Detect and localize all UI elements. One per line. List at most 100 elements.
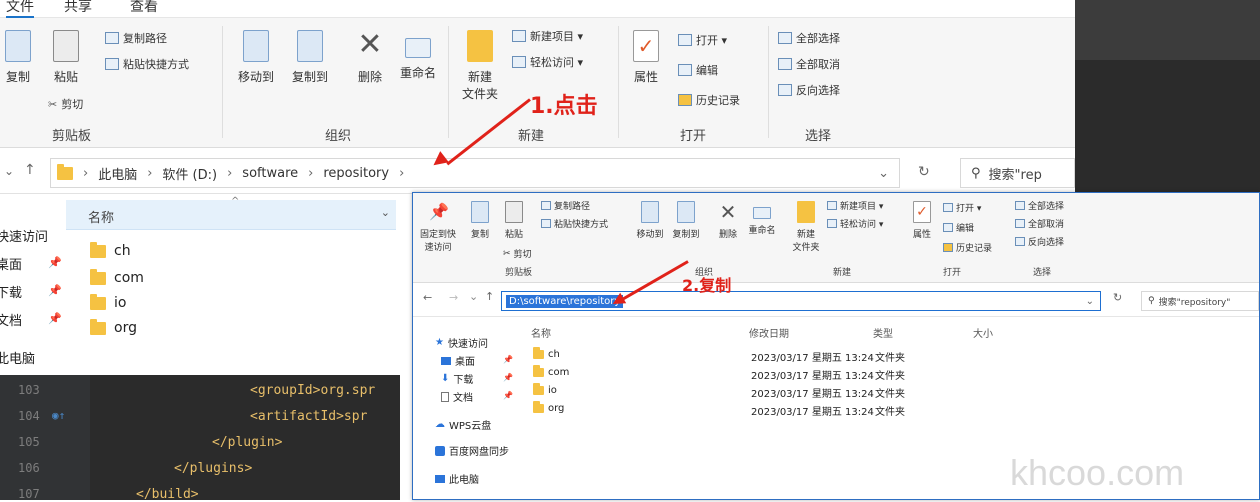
nav-item-baidu-sync[interactable]: 百度网盘同步: [435, 443, 509, 458]
pin-quick-access-button[interactable]: 📌 固定到快 速访问: [419, 201, 457, 253]
list-item[interactable]: org: [90, 318, 137, 336]
group-label-new: 新建: [833, 268, 852, 278]
copy-path-button[interactable]: 复制路径: [541, 199, 590, 212]
column-header-name[interactable]: 名称: [531, 325, 551, 340]
move-to-button[interactable]: 移动到: [228, 30, 284, 85]
select-all-button[interactable]: 全部选择: [1015, 199, 1064, 212]
tab-share[interactable]: 共享: [64, 0, 92, 16]
copy-path-button[interactable]: 复制路径: [105, 30, 167, 46]
download-icon: ⬇: [441, 373, 450, 384]
breadcrumb-item[interactable]: 软件 (D:): [162, 164, 217, 183]
select-none-button[interactable]: 全部取消: [1015, 217, 1064, 230]
easy-access-button[interactable]: 轻松访问 ▾: [512, 54, 583, 70]
computer-icon: [435, 474, 445, 483]
nav-item-documents[interactable]: 文档: [0, 310, 22, 329]
ribbon-tabs: 文件 共享 查看: [0, 0, 1075, 18]
paste-button[interactable]: 粘贴: [38, 30, 94, 85]
invert-selection-button[interactable]: 反向选择: [778, 82, 840, 98]
nav-item-wps-cloud[interactable]: ☁ WPS云盘: [435, 417, 491, 432]
properties-button[interactable]: ✓ 属性: [618, 30, 674, 85]
open-button[interactable]: 打开 ▾: [678, 32, 727, 48]
up-arrow-icon[interactable]: ↑: [485, 290, 494, 303]
nav-item-desktop[interactable]: 桌面: [441, 353, 475, 368]
chevron-down-icon[interactable]: ⌄: [469, 290, 478, 303]
properties-button[interactable]: ✓ 属性: [903, 201, 941, 240]
pin-icon: 📌: [503, 355, 513, 364]
cut-button[interactable]: ✂ 剪切: [48, 96, 83, 112]
rename-button[interactable]: 重命名: [743, 201, 781, 236]
back-arrow-icon[interactable]: ←: [423, 291, 432, 304]
up-arrow-icon[interactable]: ↑: [24, 162, 36, 178]
copy-to-button[interactable]: 复制到: [667, 201, 705, 240]
nav-item-downloads[interactable]: 下载: [0, 282, 22, 301]
easy-access-button[interactable]: 轻松访问 ▾: [827, 217, 883, 230]
tab-file[interactable]: 文件: [6, 0, 34, 18]
breadcrumb-item[interactable]: repository: [323, 166, 389, 181]
file-name-cell: org: [533, 401, 564, 414]
nav-pane: ★ 快速访问 桌面 ⬇ 下载 文档 ☁ WPS云盘 百度网盘同步 此电脑 📌 📌 📌: [413, 321, 523, 499]
refresh-icon[interactable]: ↻: [1113, 291, 1122, 304]
select-none-button[interactable]: 全部取消: [778, 56, 840, 72]
column-header-size[interactable]: 大小: [973, 325, 993, 340]
list-item[interactable]: com: [90, 268, 144, 286]
chevron-down-icon[interactable]: ⌄: [1086, 296, 1094, 307]
list-item[interactable]: io: [90, 293, 126, 311]
new-folder-button[interactable]: 新建 文件夹: [787, 201, 825, 253]
nav-item-quick-access[interactable]: 快速访问: [0, 226, 48, 245]
nav-item-quick-access[interactable]: ★ 快速访问: [435, 335, 488, 350]
nav-item-this-pc[interactable]: 此电脑: [435, 471, 479, 486]
list-item[interactable]: ch: [90, 241, 131, 259]
copy-icon: [5, 30, 31, 62]
rename-button[interactable]: 重命名: [390, 30, 446, 81]
tab-view[interactable]: 查看: [130, 0, 158, 16]
nav-item-this-pc[interactable]: 此电脑: [0, 348, 35, 367]
search-placeholder: 搜索"rep: [988, 167, 1042, 183]
open-button[interactable]: 打开 ▾: [943, 201, 981, 214]
breadcrumb-item[interactable]: software: [242, 166, 298, 181]
invert-selection-button[interactable]: 反向选择: [1015, 235, 1064, 248]
chevron-down-icon[interactable]: ⌄: [878, 166, 889, 181]
pin-icon: 📌: [503, 373, 513, 382]
star-icon: ★: [435, 337, 444, 348]
paste-shortcut-button[interactable]: 粘贴快捷方式: [541, 217, 608, 230]
rename-label: 重命名: [748, 226, 776, 236]
move-to-button[interactable]: 移动到: [631, 201, 669, 240]
address-input[interactable]: D:\software\repository ⌄: [501, 291, 1101, 311]
column-header-type[interactable]: 类型: [873, 325, 893, 340]
move-to-label: 移动到: [237, 70, 274, 84]
paste-shortcut-button[interactable]: 粘贴快捷方式: [105, 56, 189, 72]
select-all-button[interactable]: 全部选择: [778, 30, 840, 46]
code-line: </plugin>: [212, 435, 283, 450]
nav-label: 下载: [453, 375, 474, 386]
copy-to-button[interactable]: 复制到: [282, 30, 338, 85]
history-button[interactable]: 历史记录: [678, 92, 740, 108]
edit-button[interactable]: 编辑: [943, 221, 974, 234]
chevron-down-icon[interactable]: ⌄: [381, 206, 390, 219]
column-header-name[interactable]: 名称 ^ ⌄: [66, 196, 396, 230]
copy-button[interactable]: 复制: [461, 201, 499, 240]
breadcrumb-item[interactable]: 此电脑: [98, 164, 137, 183]
edit-button[interactable]: 编辑: [678, 62, 718, 78]
new-item-button[interactable]: 新建项目 ▾: [827, 199, 883, 212]
new-folder-label: 新建 文件夹: [461, 70, 498, 101]
new-folder-button[interactable]: 新建 文件夹: [452, 30, 508, 102]
search-input[interactable]: ⚲ 搜索"repository": [1141, 291, 1259, 311]
column-header-date[interactable]: 修改日期: [749, 325, 789, 340]
nav-item-downloads[interactable]: ⬇ 下载: [441, 371, 473, 386]
annotation-step2: 2.复制: [682, 276, 732, 295]
scissors-icon: ✂: [503, 248, 511, 259]
address-bar[interactable]: › 此电脑 › 软件 (D:) › software › repository …: [50, 158, 900, 188]
history-label: 历史记录: [956, 244, 993, 254]
history-button[interactable]: 历史记录: [943, 241, 992, 254]
nav-item-documents[interactable]: 文档: [441, 389, 473, 404]
chevron-down-icon[interactable]: ⌄: [4, 164, 14, 178]
nav-item-desktop[interactable]: 桌面: [0, 254, 22, 273]
paste-button[interactable]: 粘贴: [495, 201, 533, 240]
paste-shortcut-icon: [105, 58, 119, 70]
new-item-button[interactable]: 新建项目 ▾: [512, 28, 583, 44]
delete-button[interactable]: ✕ 删除: [709, 201, 747, 240]
search-input[interactable]: ⚲ 搜索"rep: [960, 158, 1075, 188]
cut-button[interactable]: ✂ 剪切: [503, 247, 532, 261]
forward-arrow-icon[interactable]: →: [449, 291, 458, 304]
refresh-icon[interactable]: ↻: [918, 164, 930, 180]
